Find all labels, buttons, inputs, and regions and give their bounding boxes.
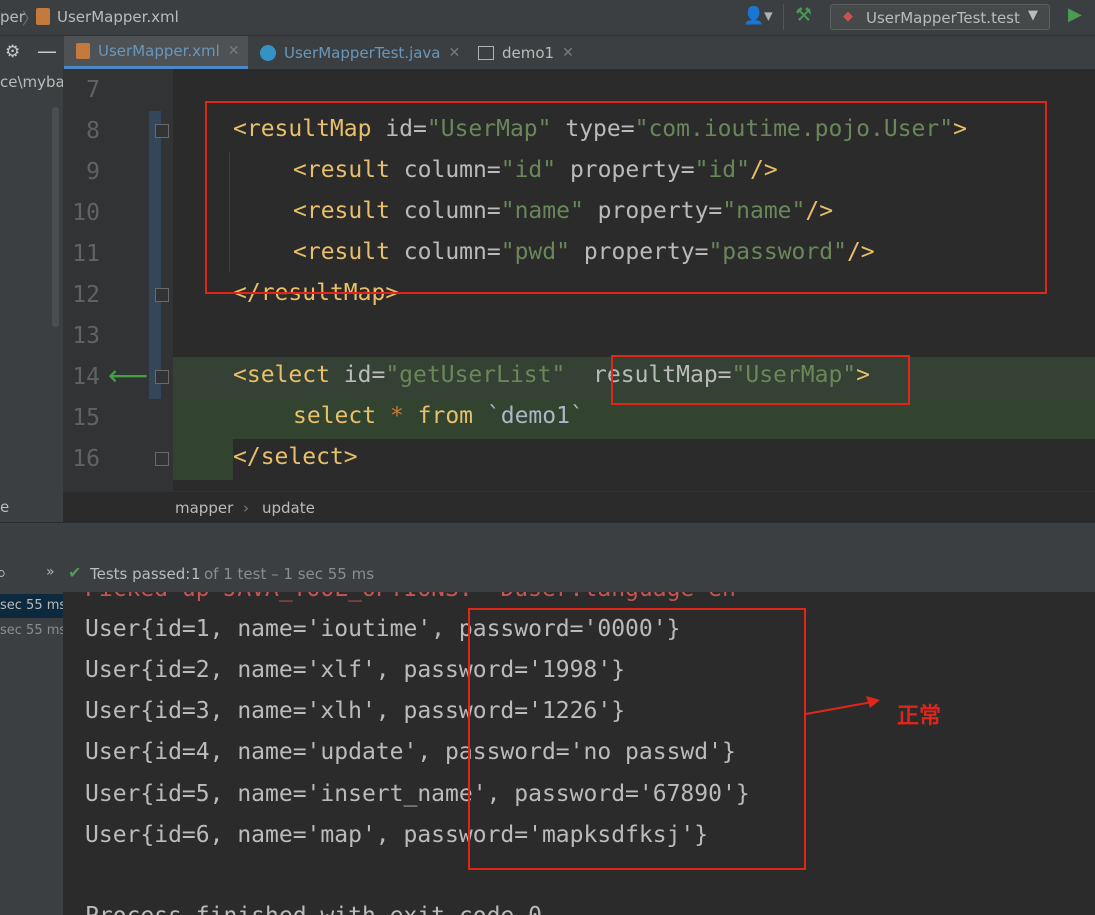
annotation-box-resultmap <box>205 101 1047 294</box>
search-icon[interactable]: ⌕ <box>0 562 7 584</box>
test-tree-row-selected[interactable]: sec 55 ms <box>0 594 67 618</box>
breadcrumb-item[interactable]: update <box>262 499 315 517</box>
fold-marker-icon[interactable] <box>155 370 169 384</box>
fold-marker-icon[interactable] <box>155 124 169 138</box>
test-tree[interactable]: sec 55 ms sec 55 ms <box>0 592 67 915</box>
toolbar-divider <box>783 4 784 30</box>
build-hammer-icon[interactable]: ⚒ <box>795 4 812 26</box>
highlight-line-16 <box>173 439 233 480</box>
breadcrumb-separator: › <box>243 499 249 517</box>
tab-usermappertest-java[interactable]: UserMapperTest.java ✕ <box>252 36 466 69</box>
fold-marker-icon[interactable] <box>155 288 169 302</box>
tab-label: UserMapperTest.java <box>284 43 441 62</box>
expand-icon[interactable]: » <box>46 564 55 580</box>
project-panel[interactable]: ce\mybat e <box>0 69 71 522</box>
minimize-icon[interactable]: — <box>37 39 57 63</box>
line-number: 10 <box>72 200 100 226</box>
run-configuration-label: UserMapperTest.test <box>866 9 1020 27</box>
tab-demo1[interactable]: demo1 ✕ <box>470 36 580 69</box>
close-icon[interactable]: ✕ <box>562 45 574 61</box>
breadcrumb-file[interactable]: UserMapper.xml <box>57 8 179 26</box>
xml-file-icon <box>76 43 90 59</box>
tests-status-count: 1 <box>191 565 201 583</box>
line-number: 9 <box>86 159 100 185</box>
editor-tab-bar: ⚙ — UserMapper.xml ✕ UserMapperTest.java… <box>0 36 1095 70</box>
run-panel-header <box>0 523 1095 558</box>
project-path-fragment[interactable]: ce\mybat <box>0 73 71 91</box>
xml-value: "getUserList" <box>385 362 566 388</box>
chevron-down-icon: ▼ <box>1028 8 1038 23</box>
tests-status-detail: of 1 test – 1 sec 55 ms <box>204 565 375 583</box>
code-line-16[interactable]: </select> <box>233 444 358 470</box>
code-line-15[interactable]: select * from `demo1` <box>293 403 584 429</box>
sql-keyword: from <box>417 403 474 429</box>
gear-icon[interactable]: ⚙ <box>5 42 20 62</box>
annotation-box-resultmap-attr <box>611 355 910 405</box>
xml-file-icon <box>36 8 50 25</box>
tab-usermapper-xml[interactable]: UserMapper.xml ✕ <box>64 36 248 69</box>
sql-keyword: select <box>293 403 377 429</box>
table-icon <box>478 45 494 60</box>
annotation-arrow <box>805 696 880 715</box>
line-number: 15 <box>72 405 100 431</box>
console-line-stderr: Picked up JAVA_TOOL_OPTIONS: -Duser.lang… <box>85 592 736 602</box>
run-icon[interactable]: ▶ <box>1068 4 1082 25</box>
scrollbar[interactable] <box>52 107 59 327</box>
navigation-bar: per 〉 UserMapper.xml 👤▾ ⚒ ◆ UserMapperTe… <box>0 0 1095 36</box>
navigate-arrow-icon[interactable]: ⟵ <box>108 362 148 390</box>
sql-operator: * <box>376 403 418 429</box>
xml-attr: id= <box>329 362 386 388</box>
breadcrumb-item[interactable]: mapper <box>175 499 233 517</box>
console-line: Process finished with exit code 0 <box>85 903 542 915</box>
run-configuration-select[interactable]: ◆ UserMapperTest.test ▼ <box>830 4 1050 30</box>
run-toolbar: ⌕ » ✔ Tests passed: 1 of 1 test – 1 sec … <box>0 557 1095 593</box>
test-config-icon: ◆ <box>843 9 853 24</box>
fold-marker-icon[interactable] <box>155 452 169 466</box>
java-class-icon <box>260 44 276 61</box>
test-duration: sec 55 ms <box>0 623 67 638</box>
close-icon[interactable]: ✕ <box>449 45 461 61</box>
test-duration: sec 55 ms <box>0 598 67 613</box>
line-number: 8 <box>86 118 100 144</box>
line-number: 11 <box>72 241 100 267</box>
check-icon: ✔ <box>68 563 82 582</box>
xml-tag-close: </select> <box>233 444 358 470</box>
vcs-user-icon[interactable]: 👤▾ <box>743 6 773 26</box>
annotation-box-password <box>468 608 806 870</box>
line-number: 7 <box>86 77 100 103</box>
annotation-label: 正常 <box>897 704 942 729</box>
test-tree-row[interactable]: sec 55 ms <box>0 620 67 644</box>
structure-breadcrumb: mapper › update <box>63 491 1095 524</box>
tab-label: UserMapper.xml <box>98 42 220 60</box>
line-number: 14 <box>72 364 100 390</box>
line-number: 16 <box>72 446 100 472</box>
tests-status-label: Tests passed: <box>90 565 191 583</box>
tab-label: demo1 <box>502 43 555 62</box>
close-icon[interactable]: ✕ <box>228 43 240 59</box>
xml-tag: <select <box>233 362 330 388</box>
line-number: 13 <box>72 323 100 349</box>
line-number: 12 <box>72 282 100 308</box>
sql-table-name: `demo1` <box>473 403 584 429</box>
project-item-fragment[interactable]: e <box>0 498 9 516</box>
change-marker <box>149 111 161 399</box>
